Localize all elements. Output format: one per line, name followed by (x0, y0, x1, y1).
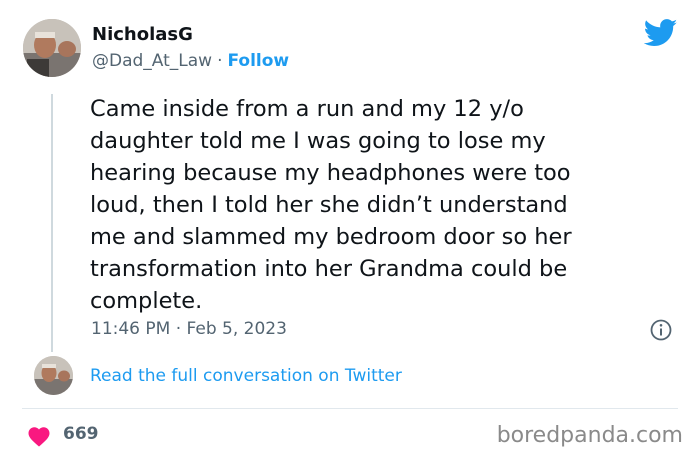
heart-icon[interactable] (27, 425, 51, 447)
avatar-photo (23, 19, 81, 77)
thread-line (51, 94, 53, 352)
author-name[interactable]: NicholasG (92, 24, 193, 45)
author-handle[interactable]: @Dad_At_Law (92, 51, 212, 71)
avatar-photo-small (34, 356, 73, 395)
follow-button[interactable]: Follow (228, 51, 290, 71)
twitter-bird-icon[interactable] (644, 19, 678, 47)
separator-dot: · (217, 51, 223, 71)
reply-avatar[interactable] (34, 356, 73, 395)
read-conversation-link[interactable]: Read the full conversation on Twitter (90, 366, 402, 386)
watermark: boredpanda.com (496, 423, 683, 448)
tweet-timestamp[interactable]: 11:46 PM · Feb 5, 2023 (91, 319, 287, 339)
author-avatar[interactable] (23, 19, 81, 77)
divider (22, 408, 678, 409)
tweet-text: Came inside from a run and my 12 y/o dau… (90, 96, 572, 314)
info-icon[interactable] (650, 319, 672, 341)
author-handle-row: @Dad_At_Law · Follow (92, 51, 289, 71)
like-count: 669 (63, 424, 99, 444)
